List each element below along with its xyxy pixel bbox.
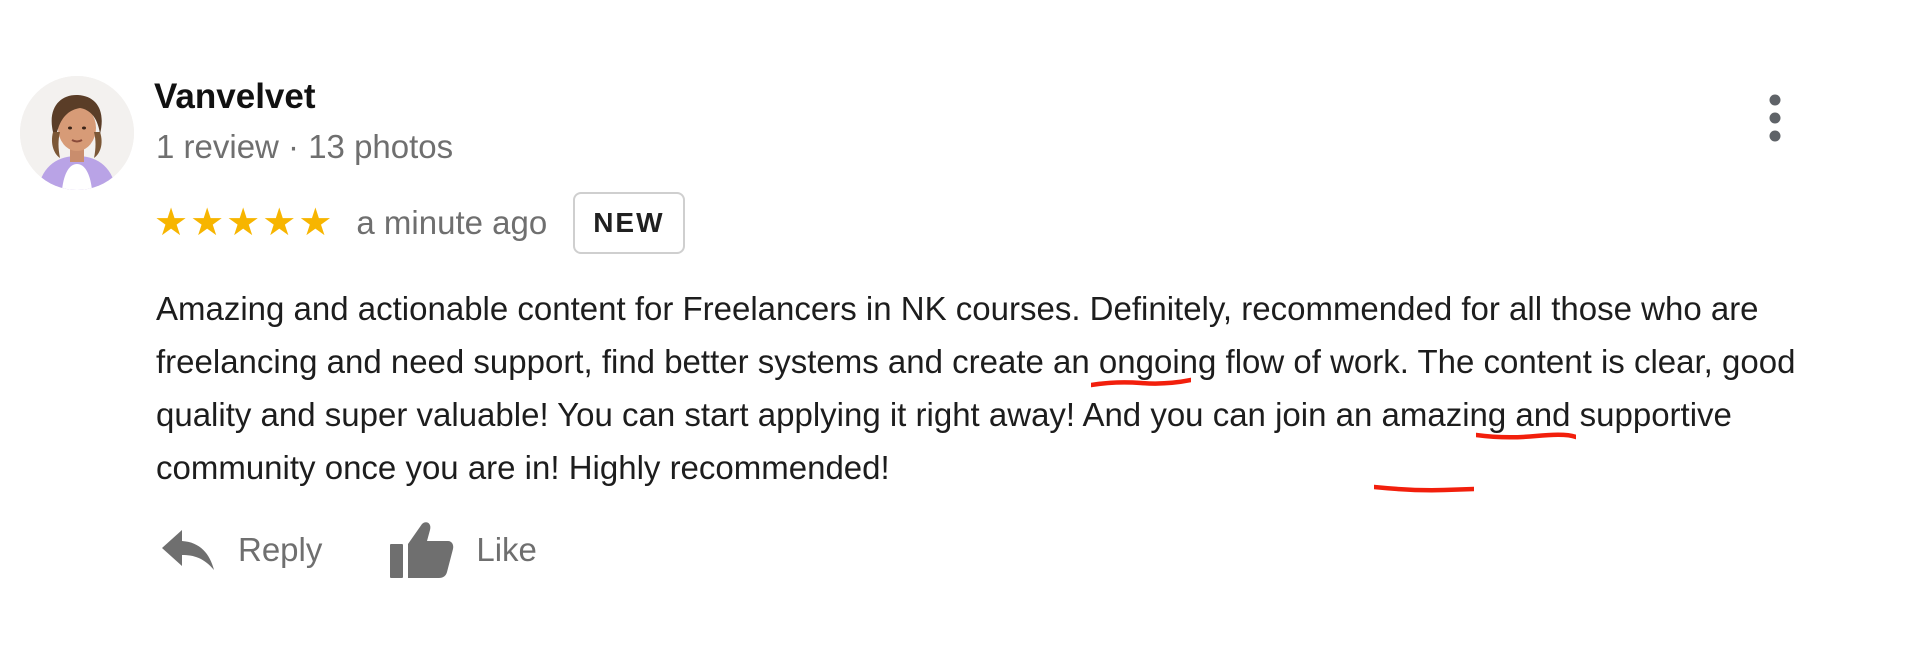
highlighted-text: ongoing flow of work. <box>1098 343 1409 380</box>
review-timestamp: a minute ago <box>356 204 548 241</box>
avatar-image <box>20 76 134 190</box>
like-button[interactable]: Like <box>390 520 537 580</box>
new-badge: NEW <box>573 192 685 254</box>
author-name[interactable]: Vanvelvet <box>154 76 316 118</box>
like-label: Like <box>476 531 537 568</box>
highlight-ongoing-flow: ongoing flow of work. <box>1090 343 1409 388</box>
star-icon: ★ <box>226 202 261 244</box>
star-rating: ★ ★ ★ ★ ★ <box>154 204 332 242</box>
avatar[interactable] <box>20 76 134 190</box>
star-icon: ★ <box>154 202 189 244</box>
more-vertical-icon <box>1769 94 1781 142</box>
review-actions: Reply Like <box>160 520 537 580</box>
reply-button[interactable]: Reply <box>160 528 322 572</box>
review-text-segment: The <box>1408 343 1484 380</box>
rating-row: ★ ★ ★ ★ ★ a minute ago NEW <box>154 192 685 254</box>
star-icon: ★ <box>190 202 225 244</box>
review-body: Amazing and actionable content for Freel… <box>156 282 1896 494</box>
review-text-segment: ! You can start applying it right away! … <box>539 396 1382 433</box>
red-underline <box>1373 484 1474 493</box>
star-icon: ★ <box>262 202 297 244</box>
review-card: Vanvelvet 1 review · 13 photos ★ ★ ★ ★ ★… <box>0 0 1920 656</box>
more-options-button[interactable] <box>1760 92 1790 144</box>
author-meta: 1 review · 13 photos <box>156 128 454 165</box>
reply-label: Reply <box>238 531 323 568</box>
thumbs-up-icon <box>390 522 454 578</box>
review-text-segment: once you are in! Highly recommended! <box>315 449 890 486</box>
reply-arrow-icon <box>162 530 214 570</box>
star-icon: ★ <box>298 202 333 244</box>
